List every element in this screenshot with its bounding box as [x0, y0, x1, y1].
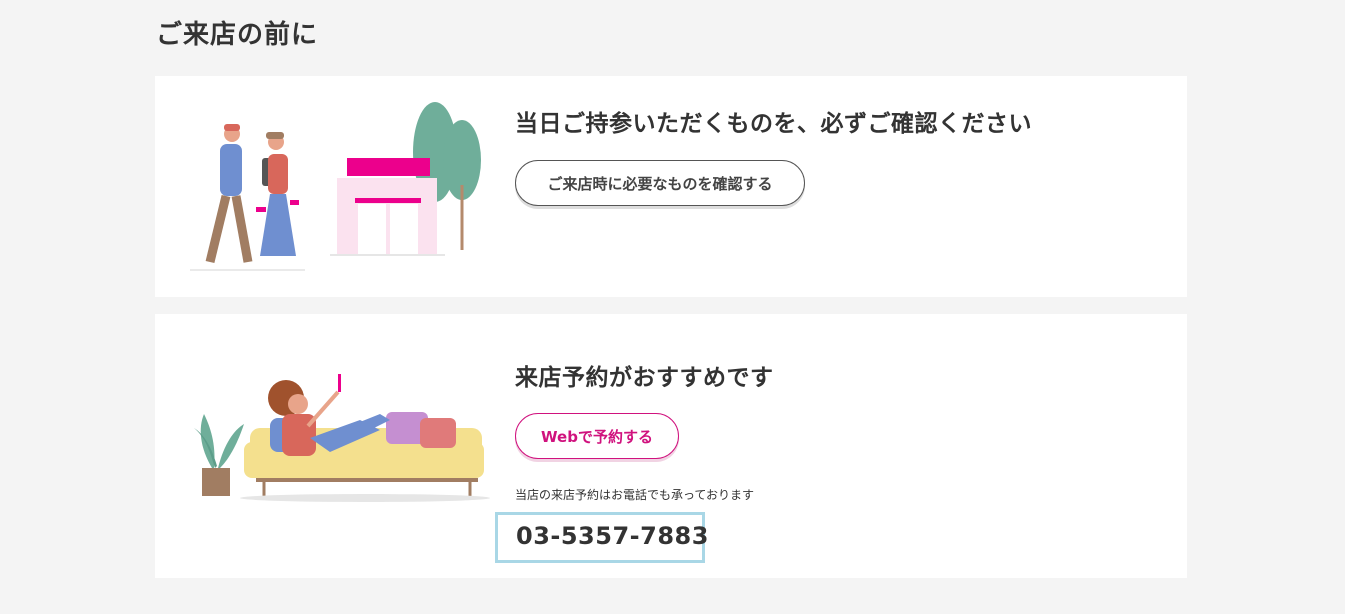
reservation-card-heading: 来店予約がおすすめです	[515, 365, 774, 391]
section-title: ご来店の前に	[156, 20, 319, 50]
web-reservation-button[interactable]: Webで予約する	[515, 413, 679, 459]
sofa-illustration	[194, 374, 490, 502]
phone-number-link[interactable]: 03-5357-7883	[516, 522, 709, 550]
items-card: 当日ご持参いただくものを、必ずご確認ください ご来店時に必要なものを確認する	[155, 76, 1187, 297]
check-items-button[interactable]: ご来店時に必要なものを確認する	[515, 160, 805, 206]
store-visit-illustration	[190, 102, 481, 271]
reservation-card: 来店予約がおすすめです Webで予約する 当店の来店予約はお電話でも承っておりま…	[155, 314, 1187, 578]
items-card-heading: 当日ご持参いただくものを、必ずご確認ください	[515, 111, 1032, 137]
phone-reservation-note: 当店の来店予約はお電話でも承っております	[515, 488, 755, 502]
